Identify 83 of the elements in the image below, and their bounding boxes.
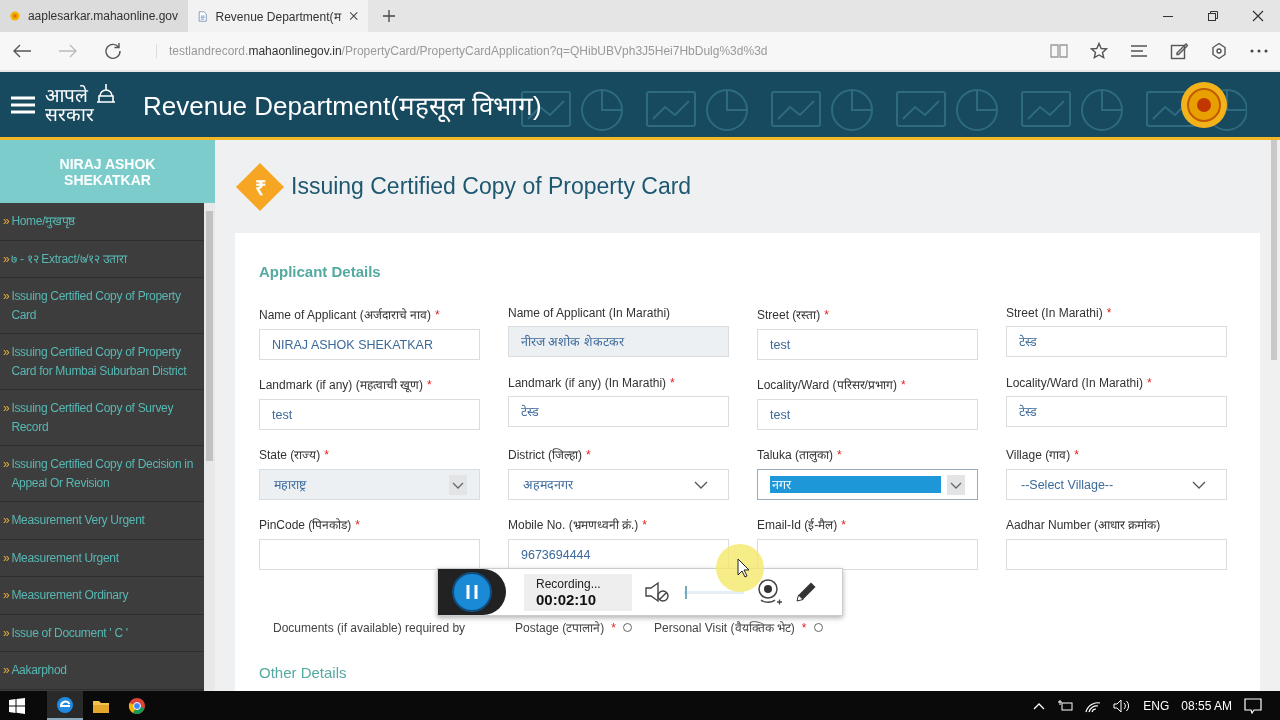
browser-tab[interactable]: aaplesarkar.mahaonline.gov <box>0 0 188 32</box>
menu-icon[interactable] <box>11 94 35 115</box>
pause-button[interactable] <box>452 572 492 612</box>
field-label: Landmark (if any) (In Marathi) * <box>508 376 676 390</box>
scrollbar[interactable] <box>1268 140 1280 691</box>
field-label: PinCode (पिनकोड) * <box>259 517 362 533</box>
chevron-icon <box>694 480 708 489</box>
input-field[interactable]: टेस्ड <box>1006 326 1227 357</box>
dropdown[interactable]: अहमदनगर <box>508 469 729 500</box>
field-label: Landmark (if any) (महत्वाची खूण) * <box>259 377 433 393</box>
back-icon[interactable] <box>12 43 32 59</box>
radio-label: Postage (टपालाने) <box>515 620 605 636</box>
hub-icon[interactable] <box>1130 44 1148 58</box>
page-title: Issuing Certified Copy of Property Card <box>291 173 692 200</box>
close-icon[interactable] <box>1252 10 1264 22</box>
input-field[interactable] <box>757 539 978 570</box>
refresh-icon[interactable] <box>104 42 122 60</box>
input-field[interactable]: test <box>757 399 978 430</box>
power-icon[interactable] <box>1057 699 1074 712</box>
field-label: Locality/Ward (In Marathi) * <box>1006 376 1153 390</box>
dropdown[interactable]: नगर <box>757 469 978 500</box>
page-icon <box>198 9 208 23</box>
emblem-icon <box>1180 80 1228 129</box>
required-mark: * <box>801 620 807 635</box>
chevron-icon <box>449 474 467 495</box>
dropdown[interactable]: --Select Village-- <box>1006 469 1227 500</box>
mute-icon[interactable] <box>644 581 670 603</box>
chevron-icon <box>947 474 965 495</box>
field-label: Locality/Ward (परिसर/प्रभाग) * <box>757 377 907 393</box>
field-label: Name of Applicant (अर्जदाराचे नाव) * <box>259 307 441 323</box>
clock[interactable]: 08:55 AM <box>1181 698 1232 713</box>
field-label: Name of Applicant (In Marathi) <box>508 306 672 320</box>
user-name-banner: NIRAJ ASHOK SHEKATKAR <box>0 140 215 203</box>
field-label: Documents (if available) required by <box>273 620 467 635</box>
site-favicon-icon <box>10 10 20 22</box>
new-tab-icon[interactable] <box>382 9 396 23</box>
volume-slider-thumb[interactable] <box>685 585 688 599</box>
rupee-badge-icon: ₹ <box>235 162 285 211</box>
field-label: Mobile No. (भ्रमणध्वनी क्रं.) * <box>508 517 649 533</box>
web-note-icon[interactable] <box>1170 42 1188 60</box>
edge-browser-icon[interactable] <box>56 695 74 714</box>
input-field[interactable]: NIRAJ ASHOK SHEKATKAR <box>259 329 480 360</box>
radio-label: Personal Visit (वैयक्तिक भेट) <box>654 620 795 636</box>
webcam-icon[interactable] <box>756 578 782 606</box>
page-header-title: Revenue Department(महसूल विभाग) <box>143 89 542 123</box>
input-field[interactable]: टेस्ड <box>1006 396 1227 427</box>
chevron-up-icon[interactable] <box>1033 701 1046 710</box>
section-heading: Applicant Details <box>259 263 382 280</box>
volume-icon[interactable] <box>1113 698 1132 713</box>
recording-timer: 00:02:10 <box>536 590 597 608</box>
notification-icon[interactable] <box>1244 697 1262 714</box>
restore-icon[interactable] <box>1207 10 1219 22</box>
close-icon[interactable] <box>348 10 358 22</box>
field-label: State (राज्य) * <box>259 447 331 463</box>
input-field[interactable] <box>259 539 480 570</box>
dome-icon <box>95 81 117 104</box>
favorite-star-icon[interactable] <box>1090 42 1108 60</box>
field-label: Email-Id (ई-मैल) * <box>757 517 847 533</box>
windows-start-icon[interactable] <box>9 697 25 714</box>
scrollbar[interactable] <box>204 203 215 691</box>
browser-tab[interactable]: Revenue Department(म <box>188 0 368 32</box>
recording-status: Recording... <box>536 576 602 591</box>
input-field[interactable]: test <box>757 329 978 360</box>
pencil-icon[interactable] <box>794 580 818 604</box>
field-label: Street (रस्ता) * <box>757 307 830 323</box>
language-indicator[interactable]: ENG <box>1143 698 1170 713</box>
input-field[interactable]: टेस्ड <box>508 396 729 427</box>
field-label: District (जिल्हा) * <box>508 447 592 463</box>
chevron-icon <box>1192 480 1206 489</box>
field-label: Village (गाव) * <box>1006 447 1080 463</box>
required-mark: * <box>611 620 617 635</box>
logo-text: आपले <box>45 85 88 105</box>
browser-icon[interactable] <box>128 696 146 715</box>
logo-text: सरकार <box>45 104 94 124</box>
field-label: Aadhar Number (आधार क्रमांक) <box>1006 517 1162 533</box>
input-field[interactable] <box>1006 539 1227 570</box>
share-icon[interactable] <box>1210 42 1228 60</box>
field-label: Street (In Marathi) * <box>1006 306 1113 320</box>
input-field[interactable]: test <box>259 399 480 430</box>
more-icon[interactable] <box>1250 49 1268 53</box>
section-heading: Other Details <box>259 664 348 681</box>
forward-icon <box>58 43 78 59</box>
field-label: Taluka (तालुका) * <box>757 447 843 463</box>
